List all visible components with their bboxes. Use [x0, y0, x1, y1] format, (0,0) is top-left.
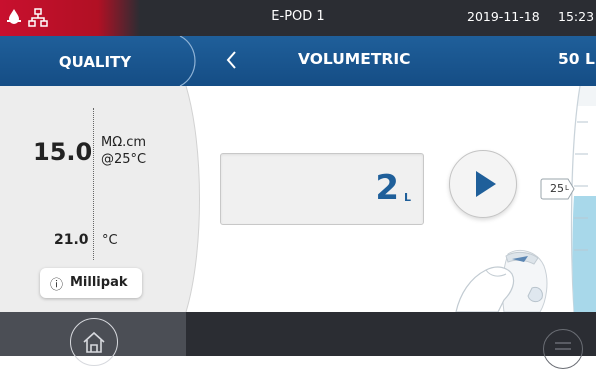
home-icon [83, 331, 105, 353]
header-bar: QUALITY VOLUMETRIC 50 L [0, 36, 596, 86]
resistivity-value: 15.0 [33, 138, 93, 166]
status-bar: E-POD 1 2019-11-18 15:23 [0, 0, 596, 36]
play-icon [476, 171, 496, 197]
tank-level-marker: 25 L [540, 178, 576, 200]
status-time: 15:23 [558, 9, 595, 24]
header-divider [179, 36, 196, 86]
temperature-value: 21.0 [54, 232, 89, 248]
chevron-left-icon[interactable] [224, 48, 242, 72]
dispense-play-button[interactable] [449, 150, 517, 218]
menu-button[interactable] [543, 329, 583, 369]
volume-value: 2 [375, 168, 399, 208]
home-button[interactable] [70, 318, 118, 366]
dotted-scale-line [93, 108, 94, 260]
millipak-label: Millipak [70, 275, 128, 290]
status-date: 2019-11-18 [467, 9, 540, 24]
tank-marker-unit: L [565, 184, 569, 192]
quality-tab[interactable]: QUALITY [0, 53, 190, 71]
temperature-unit: °C [102, 233, 118, 248]
info-icon: ⓘ [50, 278, 64, 293]
resistivity-reference: @25°C [101, 152, 147, 167]
panel-curve-divider [172, 86, 200, 312]
hand-dispenser-illustration [455, 250, 548, 312]
millipak-button[interactable]: ⓘ Millipak [40, 268, 142, 298]
page-title: VOLUMETRIC [298, 50, 411, 68]
tank-volume-label[interactable]: 50 L [558, 50, 595, 68]
volume-input-field[interactable]: 2 L [220, 153, 424, 225]
menu-icon [555, 342, 571, 350]
resistivity-unit: MΩ.cm [101, 135, 147, 150]
volume-unit: L [403, 191, 411, 204]
tank-marker-value: 25 [550, 182, 564, 195]
